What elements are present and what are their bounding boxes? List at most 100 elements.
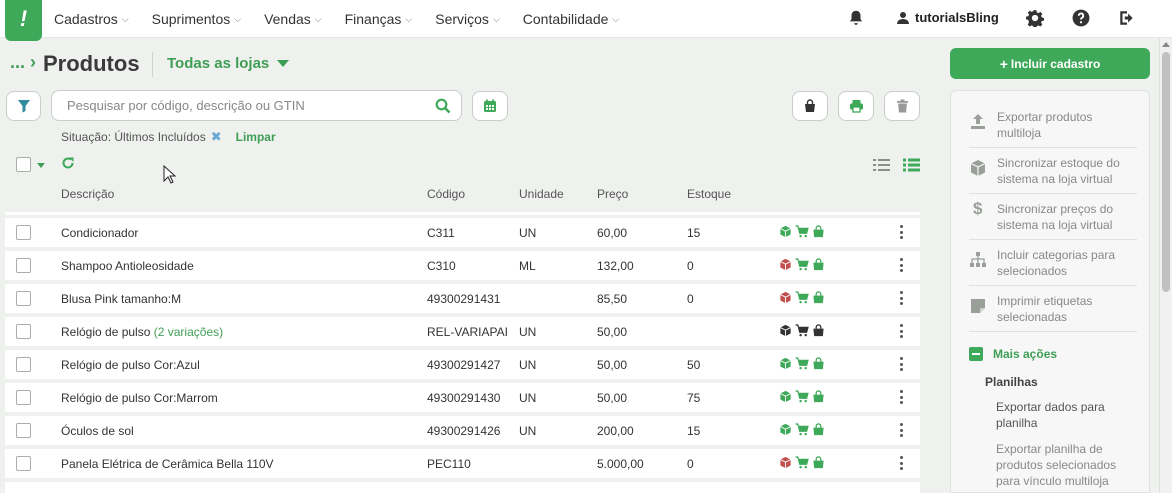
box-icon[interactable] bbox=[779, 324, 792, 337]
nav-servicos[interactable]: Serviços ⌵ bbox=[435, 11, 500, 27]
table-row[interactable]: Panela Elétrica de Cerâmica Bella 110V PE… bbox=[5, 449, 920, 478]
row-checkbox[interactable] bbox=[16, 324, 31, 339]
row-menu-icon[interactable] bbox=[900, 456, 904, 470]
column-header-preco[interactable]: Preço bbox=[597, 187, 628, 201]
row-checkbox[interactable] bbox=[16, 357, 31, 372]
bag-icon[interactable] bbox=[812, 258, 825, 271]
cart-icon[interactable] bbox=[795, 390, 809, 403]
box-icon[interactable] bbox=[779, 423, 792, 436]
select-options-caret-icon[interactable] bbox=[37, 163, 45, 168]
cart-icon[interactable] bbox=[795, 324, 809, 337]
table-row[interactable]: Relógio de pulso (2 variações) REL-VARIAP… bbox=[5, 317, 920, 346]
row-checkbox[interactable] bbox=[16, 423, 31, 438]
row-checkbox[interactable] bbox=[16, 291, 31, 306]
row-menu-icon[interactable] bbox=[900, 324, 904, 338]
nav-contabilidade[interactable]: Contabilidade ⌵ bbox=[523, 11, 619, 27]
bag-icon[interactable] bbox=[812, 456, 825, 469]
column-header-unidade[interactable]: Unidade bbox=[519, 187, 564, 201]
column-header-descricao[interactable]: Descrição bbox=[61, 187, 114, 201]
table-row[interactable]: Relógio de pulso Cor:Marrom 49300291430 UN… bbox=[5, 383, 920, 412]
print-button[interactable] bbox=[838, 91, 874, 121]
scrollbar-thumb[interactable] bbox=[1162, 52, 1170, 292]
cell-text[interactable]: Condicionador bbox=[61, 226, 138, 240]
row-menu-icon[interactable] bbox=[900, 390, 904, 404]
app-logo[interactable]: ! bbox=[5, 0, 42, 41]
bag-icon[interactable] bbox=[812, 291, 825, 304]
date-filter-button[interactable] bbox=[472, 91, 508, 121]
logout-icon[interactable] bbox=[1118, 9, 1136, 27]
action-export-multistore-spreadsheet[interactable]: Exportar planilha de produtos selecionad… bbox=[996, 441, 1136, 489]
row-menu-icon[interactable] bbox=[900, 357, 904, 371]
row-menu-icon[interactable] bbox=[900, 258, 904, 272]
row-menu-icon[interactable] bbox=[900, 423, 904, 437]
help-icon[interactable] bbox=[1072, 9, 1090, 27]
box-icon[interactable] bbox=[779, 225, 792, 238]
select-all-checkbox[interactable] bbox=[16, 157, 31, 172]
row-checkbox[interactable] bbox=[16, 225, 31, 240]
action-include-categories[interactable]: Incluir categorias para selecionados bbox=[969, 247, 1137, 279]
cell-text[interactable]: Panela Elétrica de Cerâmica Bella 110V bbox=[61, 457, 274, 471]
scroll-up-arrow-icon[interactable] bbox=[1162, 42, 1170, 47]
row-checkbox[interactable] bbox=[16, 258, 31, 273]
gear-icon[interactable] bbox=[1026, 9, 1044, 27]
action-sync-prices[interactable]: $ Sincronizar preços do sistema na loja … bbox=[969, 200, 1137, 233]
filter-button[interactable] bbox=[6, 91, 41, 121]
table-row[interactable]: Óculos de sol 49300291426 UN 200,00 15 bbox=[5, 416, 920, 445]
action-print-labels[interactable]: Imprimir etiquetas selecionadas bbox=[969, 293, 1137, 325]
list-compact-icon[interactable] bbox=[873, 158, 890, 172]
box-icon[interactable] bbox=[779, 258, 792, 271]
table-row[interactable]: Condicionador C311 UN 60,00 15 bbox=[5, 218, 920, 247]
box-icon[interactable] bbox=[779, 291, 792, 304]
breadcrumb[interactable]: ... › bbox=[10, 52, 36, 73]
bag-icon[interactable] bbox=[812, 357, 825, 370]
delete-button[interactable] bbox=[884, 91, 920, 121]
refresh-icon[interactable] bbox=[61, 156, 75, 170]
cart-icon[interactable] bbox=[795, 258, 809, 271]
cart-icon[interactable] bbox=[795, 357, 809, 370]
row-checkbox[interactable] bbox=[16, 456, 31, 471]
more-actions-toggle[interactable]: Mais ações bbox=[969, 347, 1057, 361]
search-input[interactable] bbox=[67, 91, 427, 120]
action-export-multistore[interactable]: Exportar produtos multiloja bbox=[969, 109, 1137, 141]
stores-button[interactable] bbox=[792, 91, 828, 121]
include-record-button[interactable]: + Incluir cadastro bbox=[950, 48, 1150, 79]
user-menu[interactable]: tutorialsBling bbox=[896, 10, 999, 25]
bag-icon[interactable] bbox=[812, 390, 825, 403]
nav-suprimentos[interactable]: Suprimentos ⌵ bbox=[152, 11, 241, 27]
cell-text[interactable]: Relógio de pulso Cor:Azul bbox=[61, 358, 200, 372]
variations-link[interactable]: (2 variações) bbox=[154, 325, 223, 339]
scrollbar[interactable] bbox=[1159, 38, 1172, 493]
bag-icon[interactable] bbox=[812, 423, 825, 436]
clear-filters-link[interactable]: Limpar bbox=[236, 130, 276, 144]
remove-filter-icon[interactable]: ✖ bbox=[211, 129, 222, 145]
bag-icon[interactable] bbox=[812, 225, 825, 238]
box-icon[interactable] bbox=[779, 456, 792, 469]
bell-icon[interactable] bbox=[847, 9, 865, 27]
column-header-estoque[interactable]: Estoque bbox=[687, 187, 731, 201]
store-filter-dropdown[interactable]: Todas as lojas bbox=[167, 55, 290, 72]
row-menu-icon[interactable] bbox=[900, 291, 904, 305]
column-header-codigo[interactable]: Código bbox=[427, 187, 465, 201]
search-icon[interactable] bbox=[435, 98, 451, 114]
cell-text[interactable]: Relógio de pulso Cor:Marrom bbox=[61, 391, 218, 405]
nav-vendas[interactable]: Vendas ⌵ bbox=[264, 11, 322, 27]
bag-icon[interactable] bbox=[812, 324, 825, 337]
row-menu-icon[interactable] bbox=[900, 225, 904, 239]
cell-text[interactable]: Óculos de sol bbox=[61, 424, 134, 438]
action-sync-stock[interactable]: Sincronizar estoque do sistema na loja v… bbox=[969, 155, 1137, 187]
list-icon[interactable] bbox=[903, 158, 920, 172]
box-icon[interactable] bbox=[779, 357, 792, 370]
table-row[interactable]: Relógio de pulso Cor:Azul 49300291427 UN 50… bbox=[5, 350, 920, 379]
table-row[interactable]: Blusa Pink tamanho:M 49300291431 85,50 0 bbox=[5, 284, 920, 313]
cart-icon[interactable] bbox=[795, 423, 809, 436]
cart-icon[interactable] bbox=[795, 225, 809, 238]
nav-cadastros[interactable]: Cadastros ⌵ bbox=[54, 11, 129, 27]
cell-text[interactable]: Blusa Pink tamanho:M bbox=[61, 292, 181, 306]
table-row[interactable]: Shampoo Antioleosidade C310 ML 132,00 0 bbox=[5, 251, 920, 280]
cart-icon[interactable] bbox=[795, 291, 809, 304]
box-icon[interactable] bbox=[779, 390, 792, 403]
cell-text[interactable]: Relógio de pulso bbox=[61, 325, 150, 339]
cell-text[interactable]: Shampoo Antioleosidade bbox=[61, 259, 194, 273]
cart-icon[interactable] bbox=[795, 456, 809, 469]
action-export-spreadsheet[interactable]: Exportar dados para planilha bbox=[996, 399, 1136, 431]
